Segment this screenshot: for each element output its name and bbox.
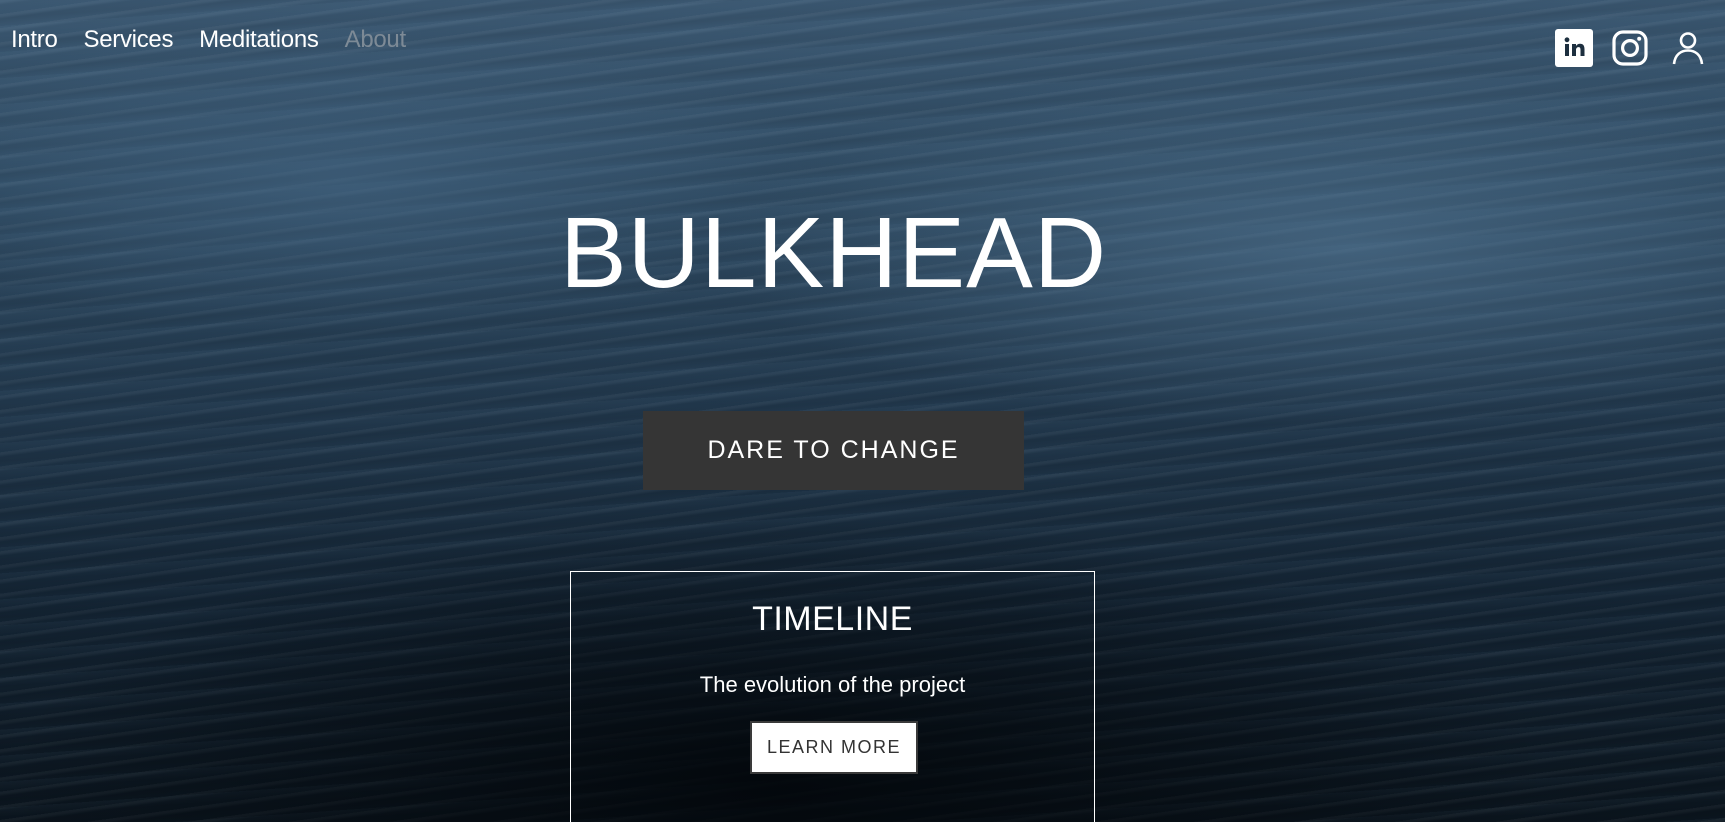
linkedin-icon[interactable] [1555, 29, 1593, 67]
nav-item-about[interactable]: About [345, 26, 407, 54]
main-nav: Intro Services Meditations About [11, 26, 406, 54]
nav-item-meditations[interactable]: Meditations [199, 26, 319, 54]
hero-section: Intro Services Meditations About BULKHEA… [0, 0, 1725, 822]
timeline-title: TIMELINE [752, 600, 913, 638]
user-icon[interactable] [1669, 29, 1707, 67]
instagram-icon[interactable] [1611, 29, 1649, 67]
timeline-subtitle: The evolution of the project [699, 672, 966, 697]
learn-more-button[interactable]: LEARN MORE [750, 721, 918, 774]
hero-title: BULKHEAD [559, 197, 1108, 309]
nav-item-intro[interactable]: Intro [11, 26, 58, 54]
dare-to-change-button[interactable]: DARE TO CHANGE [643, 411, 1024, 490]
timeline-card: TIMELINE The evolution of the project LE… [570, 571, 1095, 822]
social-links [1555, 29, 1725, 69]
nav-item-services[interactable]: Services [84, 26, 174, 54]
